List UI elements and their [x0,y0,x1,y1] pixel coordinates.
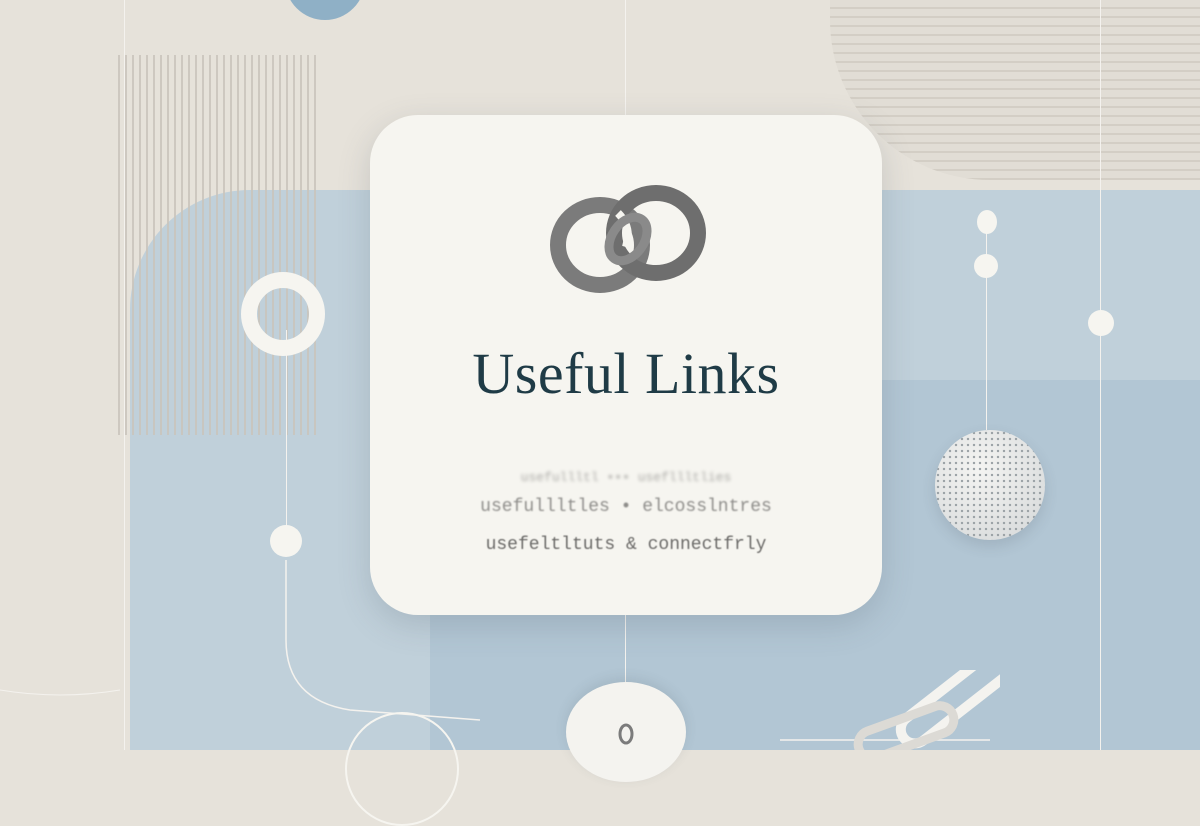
card-tagline-line: usefeltltuts & connectfrly [485,535,767,555]
decorative-dot [977,210,997,234]
chain-link-icon [853,670,1000,750]
decorative-circle-outline [345,712,459,826]
decorative-mesh-sphere [935,430,1045,540]
decorative-dot [270,525,302,557]
decorative-dot [974,254,998,278]
decorative-ring [241,272,325,356]
decorative-bottom-sphere [566,682,686,782]
pin-icon [618,723,634,745]
chain-link-icon [550,185,706,293]
card-tagline-line: usefullltl ••• usefllltlies [520,470,732,485]
card-tagline-line: usefullltles • elcosslntres [480,497,772,517]
card-title: Useful Links [472,341,780,406]
decorative-dot [1088,310,1114,336]
